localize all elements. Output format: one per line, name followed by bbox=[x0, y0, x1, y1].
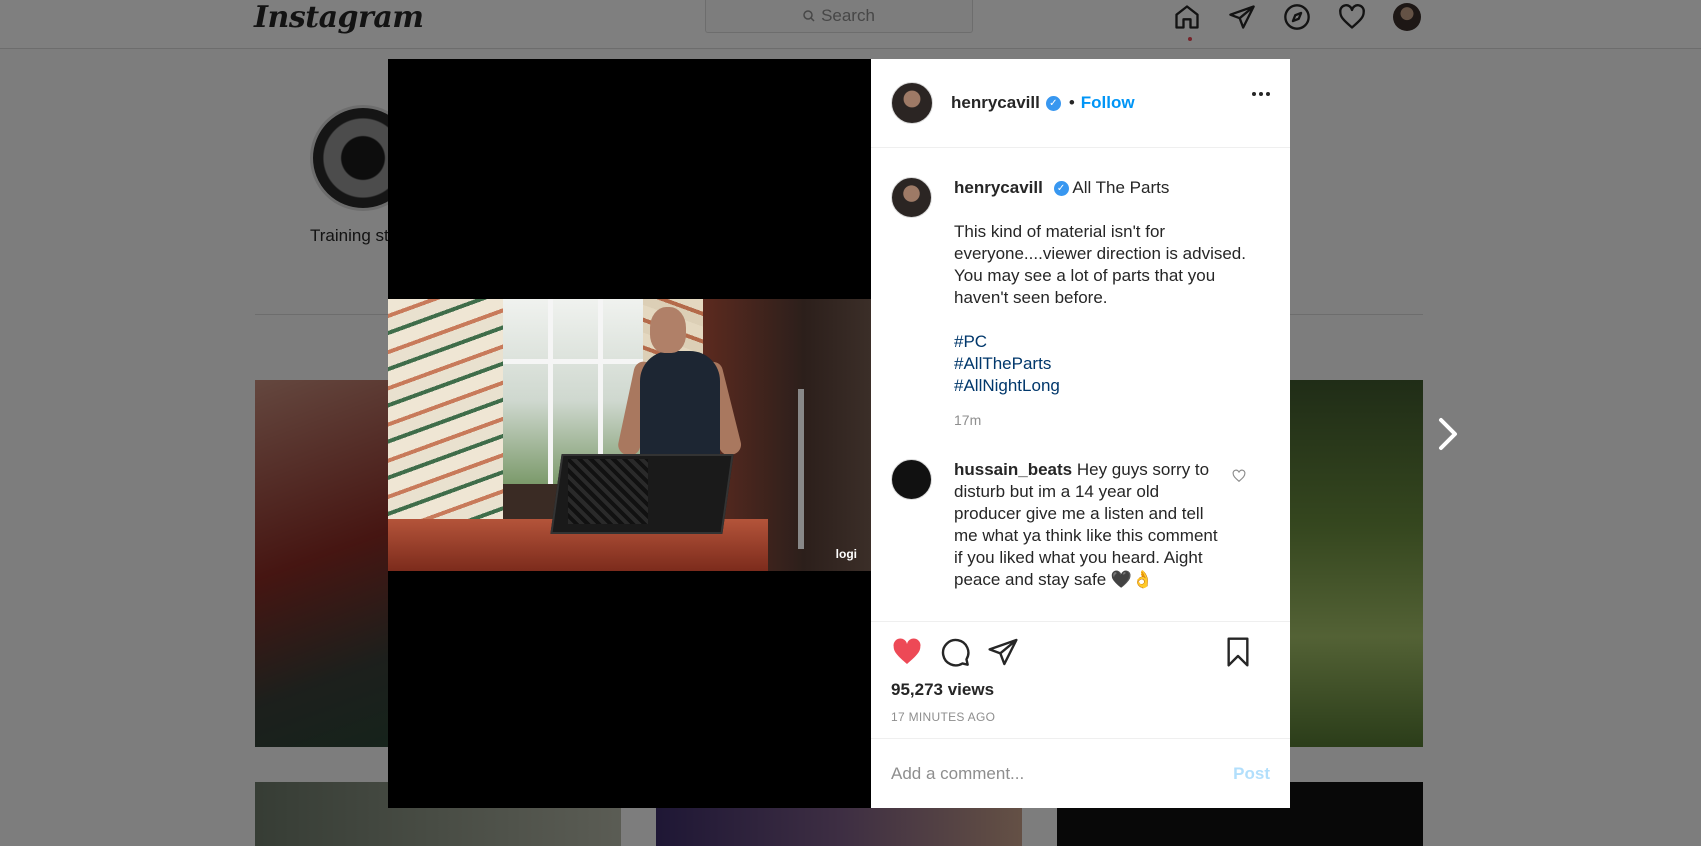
add-comment-bar: Post bbox=[871, 738, 1290, 808]
scene-lamp bbox=[798, 389, 804, 549]
commenter-username[interactable]: hussain_beats bbox=[954, 460, 1072, 479]
caption-avatar[interactable] bbox=[891, 177, 932, 218]
scene-person-head bbox=[650, 307, 686, 353]
scene-pc-mesh bbox=[568, 459, 648, 524]
verified-badge-icon: ✓ bbox=[1053, 181, 1069, 197]
window-bar bbox=[548, 299, 553, 484]
hashtag-link[interactable]: #AllNightLong bbox=[954, 375, 1254, 397]
caption-body: henrycavill ✓ All The Parts This kind of… bbox=[954, 177, 1254, 431]
caption-title: All The Parts bbox=[1072, 178, 1170, 197]
scene-person-body bbox=[640, 351, 720, 471]
video-watermark: logi bbox=[835, 547, 857, 561]
follow-button[interactable]: Follow bbox=[1081, 93, 1135, 113]
author-avatar[interactable] bbox=[891, 82, 933, 124]
comment-icon[interactable] bbox=[939, 636, 971, 668]
author-username[interactable]: henrycavill bbox=[951, 93, 1040, 113]
video-player[interactable]: logi bbox=[388, 59, 871, 808]
window-bar bbox=[503, 359, 643, 364]
heart-filled-icon[interactable] bbox=[891, 636, 923, 668]
caption-time[interactable]: 17m bbox=[954, 409, 1254, 431]
post-modal: logi henrycavill ✓ • Follow henrycavill … bbox=[388, 59, 1290, 808]
caption-text: This kind of material isn't for everyone… bbox=[954, 222, 1246, 307]
action-row bbox=[891, 636, 1270, 668]
view-count[interactable]: 95,273 views bbox=[891, 680, 1270, 700]
commenter-avatar[interactable] bbox=[891, 459, 932, 500]
hashtag-link[interactable]: #PC bbox=[954, 331, 1254, 353]
header-separator: • bbox=[1068, 93, 1075, 112]
comment-like-icon[interactable] bbox=[1232, 469, 1246, 483]
hashtag-link[interactable]: #AllTheParts bbox=[954, 353, 1254, 375]
comment-body: hussain_beats Hey guys sorry to disturb … bbox=[954, 459, 1224, 591]
hashtag-list: #PC #AllTheParts #AllNightLong bbox=[954, 331, 1254, 397]
post-header: henrycavill ✓ • Follow bbox=[871, 59, 1290, 148]
post-timestamp[interactable]: 17 MINUTES AGO bbox=[891, 710, 1270, 724]
comment-input[interactable] bbox=[891, 763, 1234, 784]
post-actions: 95,273 views 17 MINUTES AGO bbox=[871, 621, 1290, 724]
post-panel: henrycavill ✓ • Follow henrycavill ✓ All… bbox=[871, 59, 1290, 808]
more-icon[interactable] bbox=[1252, 92, 1270, 96]
chevron-right-icon[interactable] bbox=[1433, 412, 1463, 456]
video-frame[interactable]: logi bbox=[388, 299, 871, 571]
bookmark-icon[interactable] bbox=[1222, 636, 1254, 668]
share-icon[interactable] bbox=[987, 636, 1019, 668]
verified-badge-icon: ✓ bbox=[1045, 95, 1061, 111]
comment-item: hussain_beats Hey guys sorry to disturb … bbox=[891, 459, 1270, 591]
comments-section[interactable]: henrycavill ✓ All The Parts This kind of… bbox=[871, 149, 1290, 621]
post-caption: henrycavill ✓ All The Parts This kind of… bbox=[891, 177, 1270, 431]
post-comment-button[interactable]: Post bbox=[1233, 764, 1270, 784]
comment-text: Hey guys sorry to disturb but im a 14 ye… bbox=[954, 460, 1218, 589]
caption-username[interactable]: henrycavill bbox=[954, 178, 1043, 197]
